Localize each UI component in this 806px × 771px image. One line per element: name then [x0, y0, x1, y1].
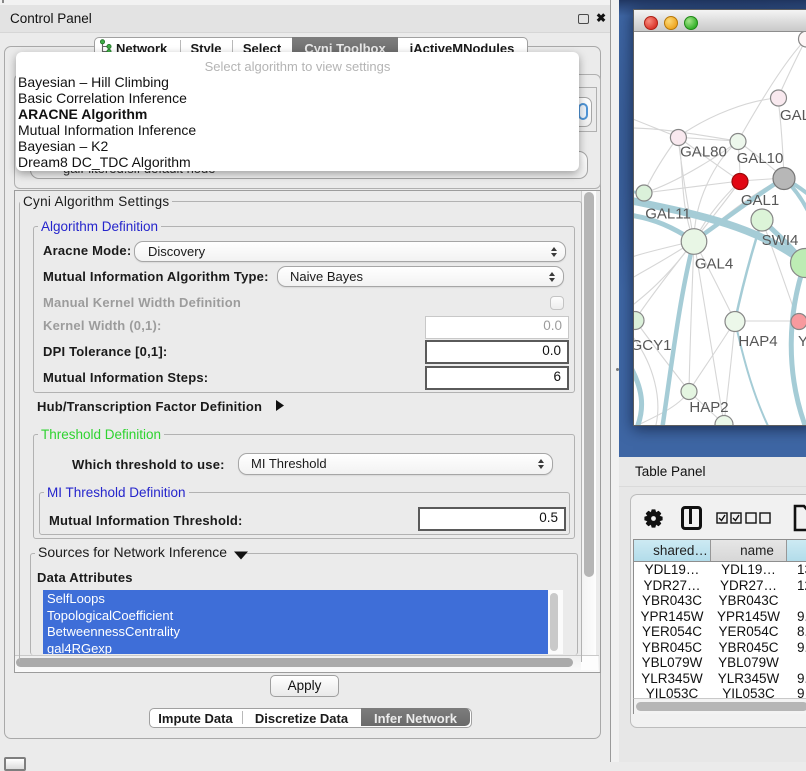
- svg-text:GAL80: GAL80: [680, 144, 727, 161]
- svg-text:GAL10: GAL10: [737, 150, 784, 167]
- svg-text:GAL4: GAL4: [695, 256, 733, 273]
- svg-text:SWI4: SWI4: [762, 232, 799, 249]
- svg-text:HAP2: HAP2: [689, 399, 728, 416]
- svg-text:GAL2: GAL2: [780, 107, 806, 124]
- svg-text:GCY1: GCY1: [634, 337, 671, 354]
- svg-text:Y: Y: [798, 333, 806, 350]
- svg-text:HAP4: HAP4: [738, 333, 777, 350]
- svg-text:GAL11: GAL11: [645, 206, 691, 223]
- svg-text:GAL1: GAL1: [741, 192, 779, 209]
